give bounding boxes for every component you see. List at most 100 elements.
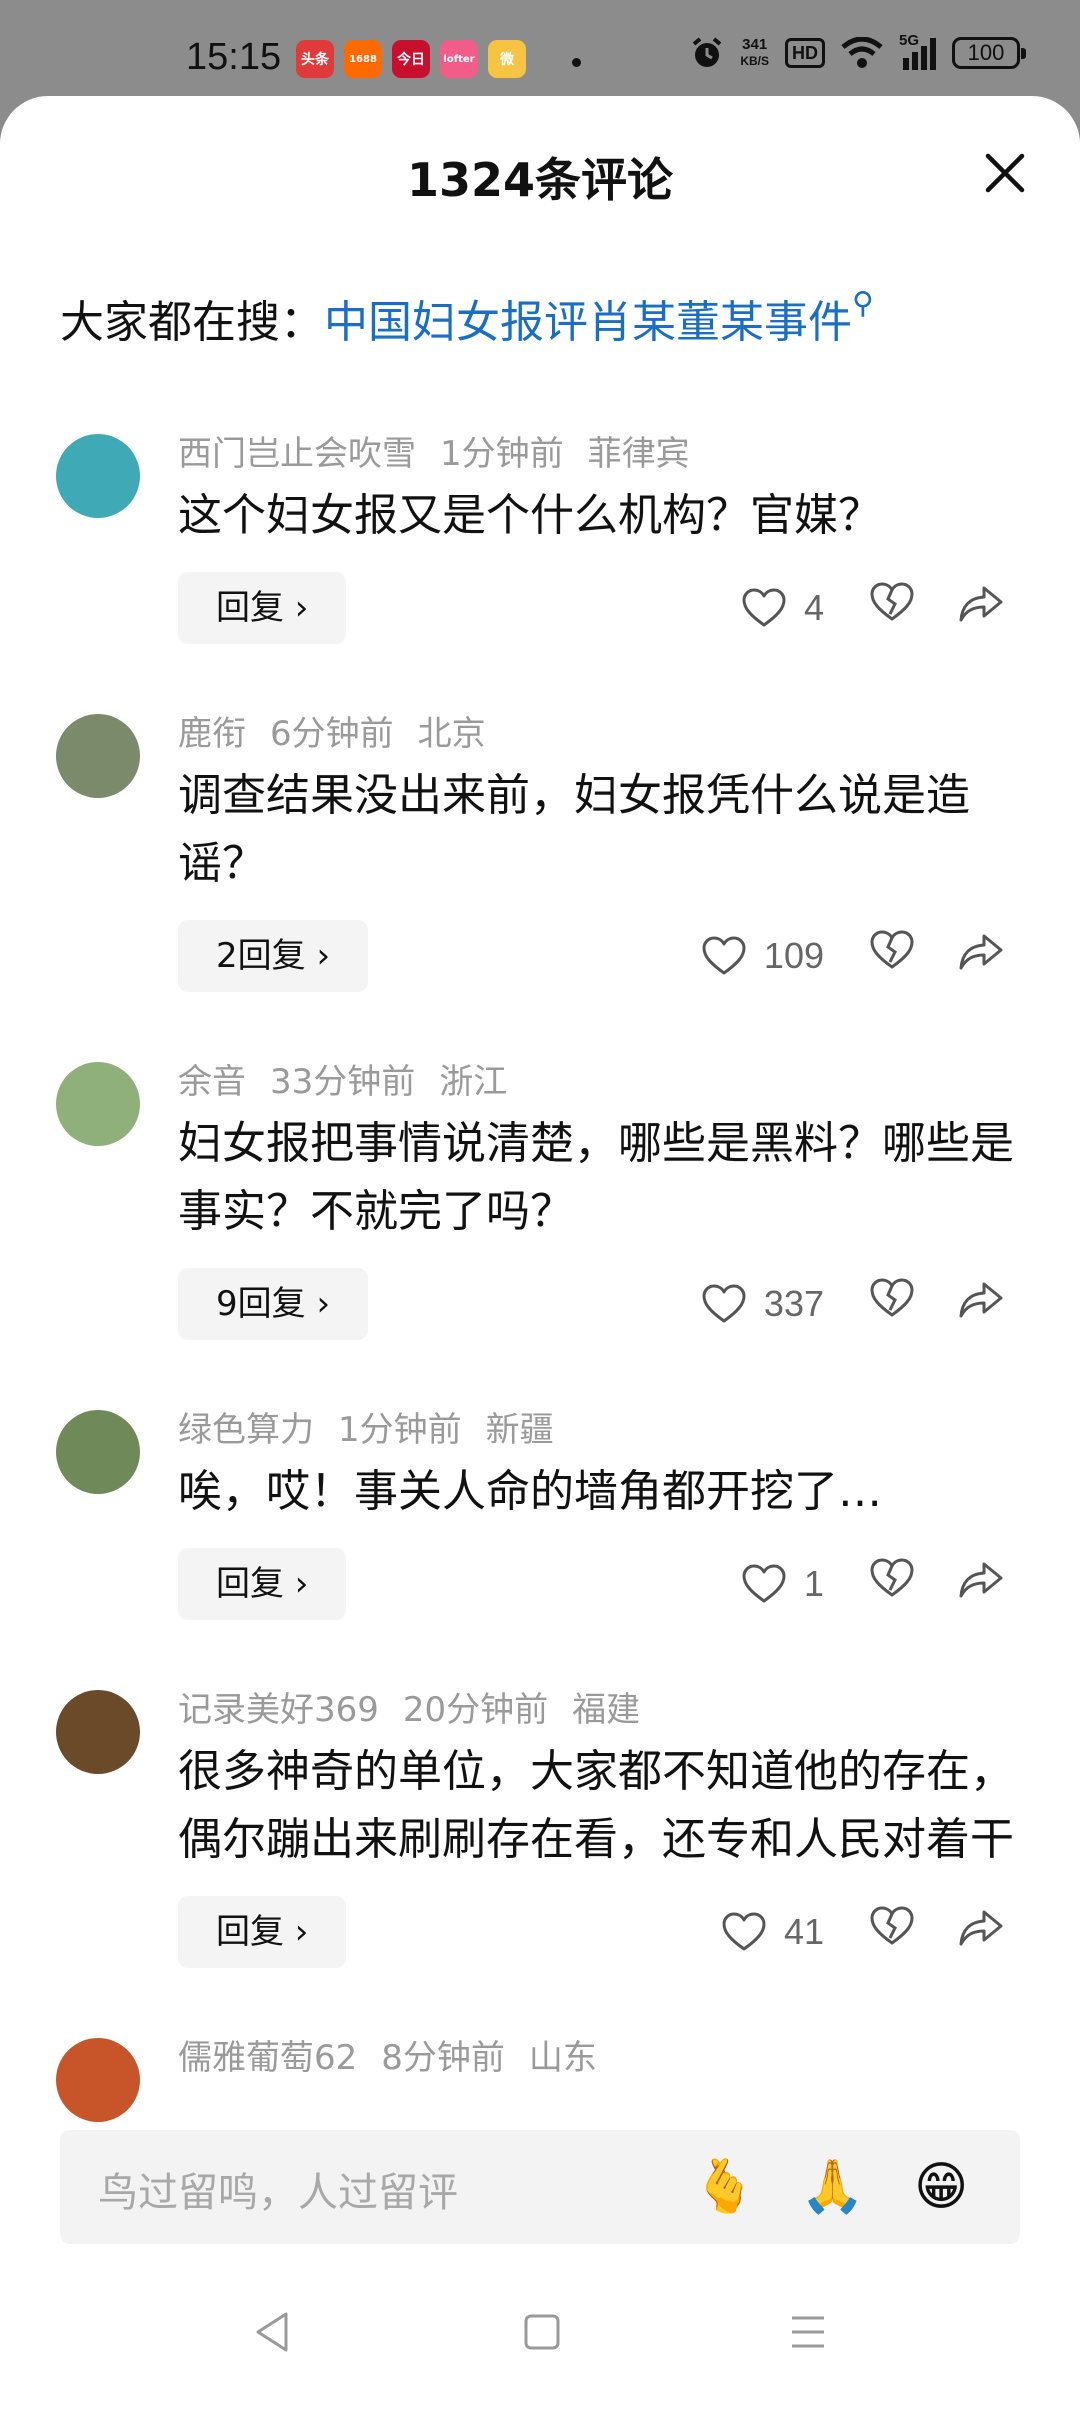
reply-button[interactable]: 2回复 › [178,920,369,992]
comment-actions: 回复 › 1 [178,1548,1040,1620]
comment-text[interactable]: 妇女报把事情说清楚，哪些是黑料？哪些是事实？不就完了吗？ [178,1110,1038,1246]
comment-text[interactable]: 唉，哎！事关人命的墙角都开挖了… [178,1458,1038,1526]
avatar[interactable] [56,714,140,798]
back-nav-icon[interactable] [252,2310,292,2354]
notification-icons: 头条 1688 今日 lofter 微 [296,40,526,78]
heart-icon [722,1912,766,1952]
menu-nav-icon[interactable] [788,2310,828,2354]
avatar[interactable] [56,1062,140,1146]
news-app-icon: 今日 [392,40,430,78]
close-icon[interactable] [980,148,1030,198]
comments-sheet: 1324条评论 大家都在搜：中国妇女报评肖某董某事件⚲ 西门岂止会吹雪 1分钟前菲… [0,96,1080,2412]
comment-username[interactable]: 余音 [178,1062,246,1102]
status-time: 15:15 [186,36,282,78]
pray-emoji-button[interactable]: 🙏 [800,2156,865,2218]
comment-location: 北京 [417,714,486,754]
comment-actions: 2回复 › 109 [178,920,1040,992]
comment-username[interactable]: 记录美好369 [178,1690,379,1730]
avatar[interactable] [56,2038,140,2122]
avatar[interactable] [56,434,140,518]
wifi-icon [841,37,883,68]
comment-time: 6分钟前 [270,714,394,754]
avatar[interactable] [56,1690,140,1774]
broken-heart-icon[interactable] [870,1278,914,1322]
like-count: 1 [803,1563,824,1604]
broken-heart-icon[interactable] [870,930,914,974]
comment-text[interactable]: 调查结果没出来前，妇女报凭什么说是造谣？ [178,762,1038,898]
like-button[interactable]: 41 [722,1904,824,1960]
network-speed: 341 KB/S [740,37,769,69]
share-icon[interactable] [958,1908,1004,1952]
comment-item[interactable]: 余音 33分钟前 浙江 妇女报把事情说清楚，哪些是黑料？哪些是事实？不就完了吗？ 9回复… [0,1054,1080,1402]
more-notifications-dot [572,58,581,67]
heart-icon [742,588,786,628]
comment-item[interactable]: 西门岂止会吹雪 1分钟前 菲律宾 这个妇女报又是个什么机构？官媒？ 回复 › 4 [0,426,1080,706]
like-count: 41 [783,1911,824,1952]
network-speed-unit: KB/S [740,54,769,68]
comment-text[interactable]: 很多神奇的单位，大家都不知道他的存在，偶尔蹦出来刷刷存在看，还专和人民对着干 [178,1738,1038,1874]
comment-meta: 鹿衔 6分钟前 北京 [178,706,1040,762]
comment-item[interactable]: 记录美好369 20分钟前 福建 很多神奇的单位，大家都不知道他的存在，偶尔蹦出来刷刷… [0,1682,1080,2030]
comment-item[interactable]: 绿色算力 1分钟前 新疆唉，哎！事关人命的墙角都开挖了… 回复 › 1 [0,1402,1080,1682]
heart-icon [702,936,746,976]
comment-text[interactable]: 这个妇女报又是个什么机构？官媒？ [178,482,1038,550]
like-button[interactable]: 337 [702,1276,824,1332]
comment-meta: 绿色算力 1分钟前 新疆 [178,1402,1040,1458]
share-icon[interactable] [958,1560,1004,1604]
comment-location: 新疆 [485,1410,554,1450]
comment-time: 1分钟前 [338,1410,462,1450]
comment-input[interactable]: 鸟过留鸣，人过留评 🫰 🙏 😁 [60,2130,1020,2244]
finger-heart-emoji-button[interactable]: 🫰 [692,2156,757,2218]
comment-actions: 回复 › 4 [178,572,1040,644]
reply-button[interactable]: 回复 › [178,1548,347,1620]
comment-username[interactable]: 西门岂止会吹雪 [178,434,416,474]
reply-button[interactable]: 回复 › [178,1896,347,1968]
reply-button[interactable]: 回复 › [178,572,347,644]
broken-heart-icon[interactable] [870,582,914,626]
comment-meta: 西门岂止会吹雪 1分钟前 菲律宾 [178,426,1040,482]
comment-location: 山东 [528,2038,597,2078]
comments-title: 1324条评论 [406,153,674,207]
network-type: 5G [899,32,920,49]
trending-search-topic[interactable]: 中国妇女报评肖某董某事件 [324,297,852,348]
comment-actions: 9回复 › 337 [178,1268,1040,1340]
comment-time: 8分钟前 [381,2038,505,2078]
comment-time: 1分钟前 [440,434,564,474]
hd-voice-icon: HD [785,38,825,68]
comment-location: 浙江 [439,1062,508,1102]
lofter-icon: lofter [440,40,478,78]
trending-search[interactable]: 大家都在搜：中国妇女报评肖某董某事件⚲ [60,286,874,350]
comment-item[interactable]: 儒雅葡萄62 8分钟前 山东 [0,2030,1080,2122]
like-button[interactable]: 4 [742,580,824,636]
comment-meta: 余音 33分钟前 浙江 [178,1054,1040,1110]
network-speed-value: 341 [742,36,768,53]
like-count: 337 [763,1283,824,1324]
search-icon: ⚲ [852,286,874,321]
comment-input-placeholder: 鸟过留鸣，人过留评 [98,2170,458,2216]
system-icons: 341 KB/S HD 5G 100 [690,32,1026,70]
heart-icon [702,1284,746,1324]
reply-button[interactable]: 9回复 › [178,1268,369,1340]
broken-heart-icon[interactable] [870,1558,914,1602]
comment-list[interactable]: 西门岂止会吹雪 1分钟前 菲律宾 这个妇女报又是个什么机构？官媒？ 回复 › 4 鹿衔 6分钟… [0,426,1080,2196]
like-count: 4 [803,587,824,628]
share-icon[interactable] [958,932,1004,976]
comment-item[interactable]: 鹿衔 6分钟前 北京调查结果没出来前，妇女报凭什么说是造谣？ 2回复 › 109 [0,706,1080,1054]
like-button[interactable]: 1 [742,1556,824,1612]
comment-username[interactable]: 儒雅葡萄62 [178,2038,357,2078]
comment-location: 福建 [572,1690,641,1730]
comment-meta: 儒雅葡萄62 8分钟前 山东 [178,2030,1040,2086]
home-nav-icon[interactable] [522,2310,562,2354]
like-button[interactable]: 109 [702,928,824,984]
share-icon[interactable] [958,584,1004,628]
broken-heart-icon[interactable] [870,1906,914,1950]
comment-username[interactable]: 鹿衔 [178,714,246,754]
weibo-icon: 微 [488,40,526,78]
share-icon[interactable] [958,1280,1004,1324]
battery-icon: 100 [952,37,1026,69]
comment-username[interactable]: 绿色算力 [178,1410,314,1450]
avatar[interactable] [56,1410,140,1494]
heart-icon [742,1564,786,1604]
alibaba-1688-icon: 1688 [344,40,382,78]
grin-emoji-button[interactable]: 😁 [914,2156,968,2218]
